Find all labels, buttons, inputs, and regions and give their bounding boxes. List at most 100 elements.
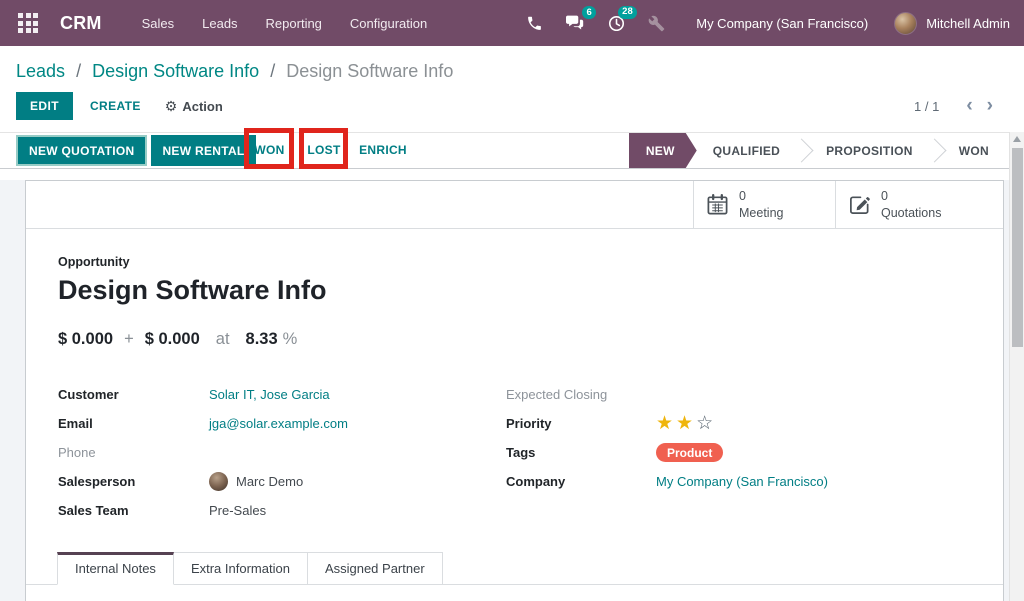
statusbar: NEW QUOTATION NEW RENTAL WON LOST ENRICH… — [0, 132, 1024, 169]
scrollbar-up-arrow-icon[interactable] — [1013, 136, 1021, 142]
tab-internal-notes[interactable]: Internal Notes — [57, 552, 174, 585]
scrollbar-thumb[interactable] — [1012, 148, 1023, 347]
field-label: Salesperson — [58, 474, 209, 489]
activities-button[interactable]: 28 — [596, 8, 637, 39]
wrench-icon — [648, 15, 665, 32]
calendar-icon — [706, 193, 729, 216]
user-avatar — [894, 12, 917, 35]
stage-qualified[interactable]: QUALIFIED — [697, 133, 793, 168]
customer-value[interactable]: Solar IT, Jose Garcia — [209, 387, 330, 402]
stage-won[interactable]: WON — [946, 133, 1002, 168]
quotations-smart-button[interactable]: 0 Quotations — [835, 181, 977, 228]
enrich-button[interactable]: ENRICH — [352, 134, 414, 167]
menu-sales[interactable]: Sales — [128, 2, 189, 45]
field-label: Customer — [58, 387, 209, 402]
edit-button[interactable]: EDIT — [16, 92, 73, 120]
email-value[interactable]: jga@solar.example.com — [209, 416, 348, 431]
user-name: Mitchell Admin — [926, 16, 1010, 31]
probability-value: 8.33 — [246, 330, 278, 349]
field-row-expected-closing: Expected Closing — [506, 380, 971, 409]
breadcrumb-separator: / — [76, 61, 81, 81]
edit-note-icon — [848, 193, 871, 216]
field-label: Expected Closing — [506, 387, 656, 402]
lost-button[interactable]: LOST — [301, 134, 347, 167]
meetings-label: Meeting — [739, 205, 783, 221]
priority-stars[interactable]: ★★☆ — [656, 412, 716, 435]
phone-icon — [526, 15, 543, 32]
stage-chevron-icon — [793, 133, 813, 168]
field-row-sales-team: Sales Team Pre-Sales — [58, 496, 506, 525]
crm-form-page: CRM Sales Leads Reporting Configuration … — [0, 0, 1024, 601]
stage-pipeline: NEW QUALIFIED PROPOSITION WON — [629, 133, 1002, 168]
field-columns: Customer Solar IT, Jose Garcia Email jga… — [58, 380, 971, 525]
company-value[interactable]: My Company (San Francisco) — [656, 474, 828, 489]
salesperson-avatar — [209, 472, 228, 491]
messages-button[interactable]: 6 — [554, 8, 596, 38]
field-row-priority: Priority ★★☆ — [506, 409, 971, 438]
activities-badge: 28 — [618, 6, 638, 19]
field-label: Email — [58, 416, 209, 431]
record-type-label: Opportunity — [58, 255, 971, 269]
field-label: Priority — [506, 416, 656, 431]
star-empty-icon[interactable]: ☆ — [696, 413, 716, 434]
won-button[interactable]: WON — [246, 134, 293, 167]
field-label: Sales Team — [58, 503, 209, 518]
field-row-salesperson: Salesperson Marc Demo — [58, 467, 506, 496]
new-quotation-button[interactable]: NEW QUOTATION — [16, 135, 147, 166]
company-switcher[interactable]: My Company (San Francisco) — [696, 16, 868, 31]
app-brand[interactable]: CRM — [60, 13, 102, 34]
sales-team-value[interactable]: Pre-Sales — [209, 503, 266, 518]
menu-leads[interactable]: Leads — [188, 2, 251, 45]
tab-extra-information[interactable]: Extra Information — [174, 552, 308, 585]
plus-sign: + — [124, 330, 134, 349]
menu-reporting[interactable]: Reporting — [252, 2, 336, 45]
messages-badge: 6 — [582, 6, 596, 19]
pager-previous-icon[interactable]: ‹ — [959, 99, 979, 113]
notebook-tabs: Internal Notes Extra Information Assigne… — [26, 552, 1003, 585]
field-row-email: Email jga@solar.example.com — [58, 409, 506, 438]
tab-assigned-partner[interactable]: Assigned Partner — [308, 552, 443, 585]
field-row-tags: Tags Product — [506, 438, 971, 467]
form-view-container: 0 Meeting 0 Quotations Opportunity — [0, 180, 1024, 601]
action-label: Action — [182, 99, 222, 114]
action-menu-button[interactable]: ⚙ Action — [165, 98, 223, 115]
breadcrumb: Leads / Design Software Info / Design So… — [16, 59, 1008, 83]
new-rental-button[interactable]: NEW RENTAL — [151, 135, 255, 166]
star-filled-icon[interactable]: ★★ — [656, 413, 696, 434]
salesperson-value[interactable]: Marc Demo — [236, 474, 303, 489]
voip-button[interactable] — [515, 9, 554, 38]
left-field-column: Customer Solar IT, Jose Garcia Email jga… — [58, 380, 506, 525]
chat-bubbles-icon — [565, 14, 585, 32]
breadcrumb-separator: / — [270, 61, 275, 81]
menu-configuration[interactable]: Configuration — [336, 2, 441, 45]
quotations-count: 0 — [881, 188, 941, 204]
page-title: Design Software Info — [58, 274, 971, 307]
at-label: at — [216, 330, 230, 349]
pager-next-icon[interactable]: › — [980, 99, 1000, 113]
user-menu[interactable]: Mitchell Admin — [894, 12, 1010, 35]
pager-value[interactable]: 1 / 1 — [914, 99, 939, 114]
pager: 1 / 1 ‹ › — [914, 99, 1008, 114]
control-panel: Leads / Design Software Info / Design So… — [0, 46, 1024, 132]
breadcrumb-parent[interactable]: Design Software Info — [92, 61, 259, 81]
breadcrumb-leads[interactable]: Leads — [16, 61, 65, 81]
stage-proposition[interactable]: PROPOSITION — [813, 133, 926, 168]
breadcrumb-current: Design Software Info — [286, 61, 453, 81]
top-navbar: CRM Sales Leads Reporting Configuration … — [0, 0, 1024, 46]
quotations-label: Quotations — [881, 205, 941, 221]
recurring-revenue: $ 0.000 — [145, 330, 200, 349]
apps-menu-button[interactable] — [12, 9, 44, 37]
debug-tools-button[interactable] — [637, 9, 676, 38]
stage-new[interactable]: NEW — [629, 133, 697, 168]
revenue-line: $ 0.000 + $ 0.000 at 8.33 % — [58, 330, 971, 349]
tag-badge: Product — [656, 443, 723, 462]
vertical-scrollbar[interactable] — [1009, 132, 1024, 601]
form-sheet: 0 Meeting 0 Quotations Opportunity — [25, 180, 1004, 601]
control-panel-buttons: EDIT CREATE ⚙ Action 1 / 1 ‹ › — [16, 92, 1008, 120]
systray: 6 28 My Company (San Francisco) Mitchell… — [515, 8, 1010, 39]
stage-chevron-icon — [926, 133, 946, 168]
sheet-body: Opportunity Design Software Info $ 0.000… — [26, 229, 1003, 525]
create-button[interactable]: CREATE — [90, 99, 141, 113]
percent-sign: % — [283, 330, 298, 349]
meetings-smart-button[interactable]: 0 Meeting — [693, 181, 835, 228]
